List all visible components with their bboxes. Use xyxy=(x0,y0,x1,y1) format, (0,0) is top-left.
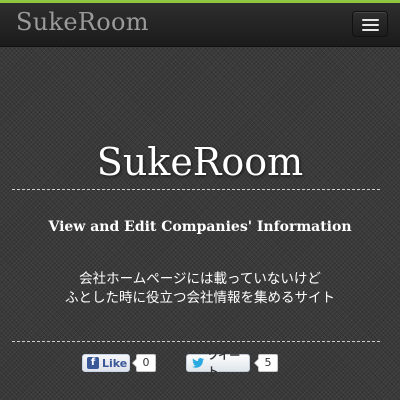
tweet-count: 5 xyxy=(254,354,278,372)
divider xyxy=(12,189,380,190)
brand-link[interactable]: SukeRoom xyxy=(16,8,149,36)
facebook-icon: f xyxy=(87,357,99,369)
menu-toggle-button[interactable] xyxy=(352,11,388,37)
hero-title: SukeRoom xyxy=(96,140,304,184)
navbar: SukeRoom xyxy=(0,3,400,47)
description-line: ふとした時に役立つ会社情報を集めるサイト xyxy=(65,290,335,306)
tweet-button[interactable]: ツイート xyxy=(186,349,250,378)
description-line: 会社ホームページには載っていないけど xyxy=(79,271,321,287)
facebook-like-count: 0 xyxy=(132,354,156,372)
hero-tagline: View and Edit Companies' Information xyxy=(48,219,352,235)
hero-description: 会社ホームページには載っていないけど ふとした時に役立つ会社情報を集めるサイト xyxy=(0,270,400,308)
twitter-bird-icon xyxy=(192,358,205,368)
hamburger-menu-icon xyxy=(362,19,379,21)
facebook-like-label: Like xyxy=(102,356,128,370)
tweet-label: ツイート xyxy=(207,349,241,378)
facebook-like-button[interactable]: f Like xyxy=(82,354,130,372)
divider xyxy=(12,341,380,342)
